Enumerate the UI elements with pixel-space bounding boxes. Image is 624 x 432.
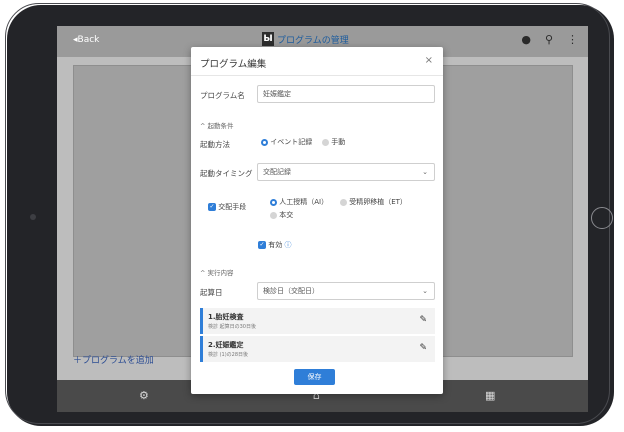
radio-unselected-icon <box>322 138 329 146</box>
app-screen: ◂Back Ы プログラムの管理 ● ⚲ ⋮ ＋プログラムを追加 ⚙ ⌂ ▦ プ… <box>57 26 588 412</box>
tablet-camera <box>30 214 36 220</box>
start-method-option-manual[interactable]: 手動 <box>322 137 345 147</box>
start-condition-section[interactable]: ^ 起動条件 <box>200 120 234 130</box>
back-button[interactable]: ◂Back <box>73 35 99 45</box>
modal-title: プログラム編集 <box>200 59 267 70</box>
more-vert-icon[interactable]: ⋮ <box>567 34 578 46</box>
exec-section[interactable]: ^ 実行内容 <box>200 267 234 277</box>
mating-option-et[interactable]: 受精卵移植（ET） <box>340 197 407 207</box>
page-title: Ы プログラムの管理 <box>262 32 349 46</box>
task-title: 1.胎妊検査 <box>208 313 244 321</box>
task-title: 2.妊娠鑑定 <box>208 341 244 349</box>
app-logo-icon: Ы <box>262 32 274 46</box>
mating-method-checkbox[interactable]: ✓ 交配手段 <box>208 202 246 212</box>
pencil-icon[interactable]: ✎ <box>419 343 427 353</box>
mating-option-label: 受精卵移植（ET） <box>349 198 407 206</box>
radio-selected-icon <box>270 198 277 206</box>
task-subtitle: 検診 (1)の28日後 <box>208 352 249 358</box>
save-button[interactable]: 保存 <box>294 369 335 385</box>
enabled-checkbox[interactable]: ✓ 有効 ⓘ <box>258 240 291 250</box>
chevron-down-icon: ⌄ <box>422 168 428 176</box>
start-method-option-label: イベント記録 <box>270 138 313 146</box>
mating-option-label: 人工授精（AI） <box>279 198 329 206</box>
program-name-label: プログラム名 <box>200 91 245 100</box>
add-program-button[interactable]: ＋プログラムを追加 <box>73 353 154 366</box>
start-timing-select[interactable]: 交配記録 ⌄ <box>257 163 435 181</box>
pencil-icon[interactable]: ✎ <box>419 315 427 325</box>
bell-icon[interactable]: ● <box>521 34 531 46</box>
help-icon[interactable]: ⓘ <box>284 241 291 249</box>
tablet-home-button[interactable] <box>591 207 613 229</box>
mating-option-label: 本交 <box>279 211 294 219</box>
mating-option-natural[interactable]: 本交 <box>270 210 293 220</box>
start-timing-value: 交配記録 <box>263 168 291 176</box>
start-method-label: 起動方法 <box>200 140 230 149</box>
task-subtitle: 検診 起算日の30日後 <box>208 324 256 330</box>
base-date-label: 起算日 <box>200 288 223 297</box>
calendar-icon[interactable]: ▦ <box>485 389 495 402</box>
gear-icon[interactable]: ⚙ <box>139 389 149 402</box>
radio-selected-icon <box>261 138 268 146</box>
program-name-input[interactable]: 妊娠鑑定 <box>257 85 435 103</box>
task-card[interactable]: 2.妊娠鑑定 検診 (1)の28日後 ✎ <box>200 336 435 362</box>
checkbox-checked-icon: ✓ <box>258 241 266 249</box>
mating-method-label: 交配手段 <box>218 203 247 211</box>
radio-unselected-icon <box>340 198 347 206</box>
search-icon[interactable]: ⚲ <box>545 34 553 46</box>
mating-option-ai[interactable]: 人工授精（AI） <box>270 197 328 207</box>
chevron-down-icon: ⌄ <box>422 287 428 295</box>
top-icons: ● ⚲ ⋮ <box>521 34 578 46</box>
close-icon[interactable]: × <box>425 55 433 66</box>
page-title-text: プログラムの管理 <box>277 35 349 46</box>
program-edit-modal: プログラム編集 × プログラム名 妊娠鑑定 ^ 起動条件 起動方法 イベント記録… <box>191 47 443 394</box>
task-card[interactable]: 1.胎妊検査 検診 起算日の30日後 ✎ <box>200 308 435 334</box>
radio-unselected-icon <box>270 211 277 219</box>
base-date-select[interactable]: 検診日（交配日） ⌄ <box>257 282 435 300</box>
start-method-option-label: 手動 <box>331 138 346 146</box>
start-timing-label: 起動タイミング <box>200 169 253 178</box>
modal-header: プログラム編集 × <box>191 47 443 76</box>
program-name-value: 妊娠鑑定 <box>263 90 291 98</box>
enabled-label: 有効 <box>268 241 283 249</box>
start-method-option-event[interactable]: イベント記録 <box>261 137 312 147</box>
base-date-value: 検診日（交配日） <box>263 287 319 295</box>
checkbox-checked-icon: ✓ <box>208 203 216 211</box>
